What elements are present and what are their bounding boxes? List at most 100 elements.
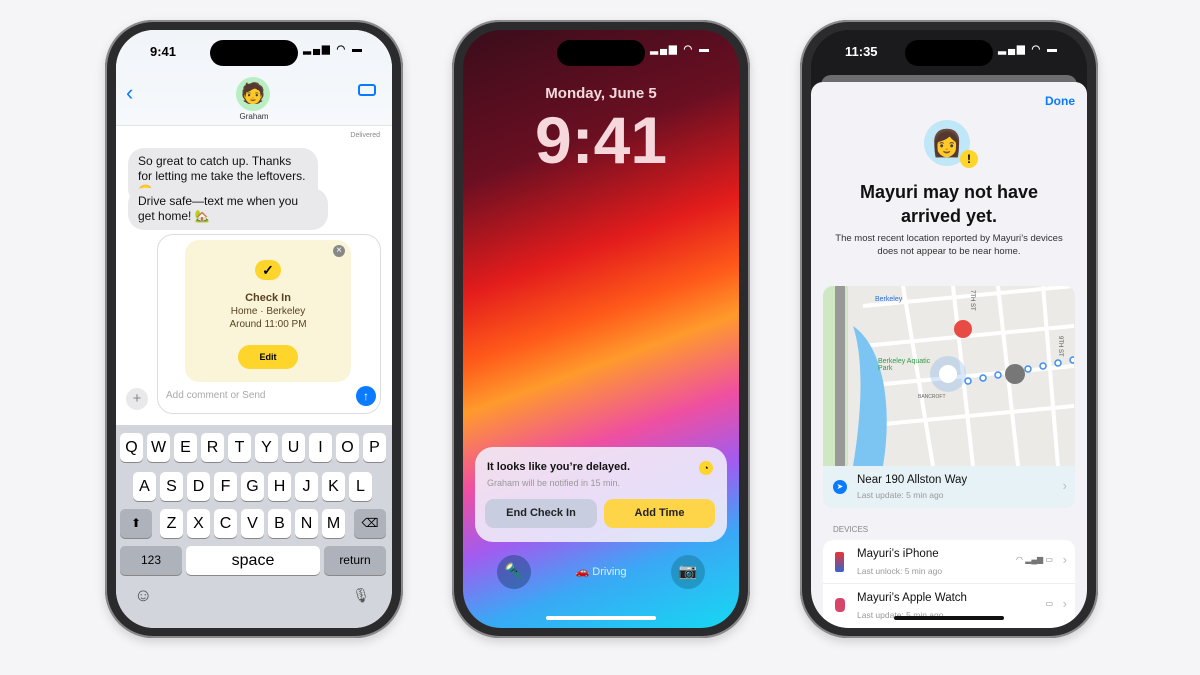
video-call-icon[interactable] [358, 84, 376, 96]
map-label-street: 9TH ST [1057, 336, 1063, 357]
status-icons: ▂▄▆ ◠ ▬ [650, 44, 711, 55]
key[interactable]: I [309, 433, 332, 462]
key[interactable]: L [349, 472, 372, 501]
device-row[interactable]: Mayuri’s iPhone Last unlock: 5 min ago ◠… [823, 540, 1075, 584]
location-subtitle: Last update: 5 min ago [857, 490, 944, 500]
contact-name[interactable]: Graham [116, 112, 392, 121]
status-icons: ▂▄▆ ◠ ▬ [303, 44, 364, 55]
key[interactable]: T [228, 433, 251, 462]
dynamic-island [905, 40, 993, 66]
location-title: Near 190 Allston Way [857, 474, 968, 486]
location-arrow-icon: ➤ [833, 480, 847, 494]
find-my-screen: 11:35 ▂▄▆ ◠ ▬ Done 👩 ! Mayuri may not ha… [811, 30, 1087, 628]
microphone-icon[interactable]: 🎙 [352, 587, 370, 604]
lock-time: 9:41 [534, 103, 668, 177]
return-key[interactable]: return [324, 546, 386, 575]
checkin-notification[interactable]: It looks like you’re delayed. Graham wil… [475, 447, 727, 542]
shift-key[interactable]: ⬆ [120, 509, 152, 538]
key[interactable]: D [187, 472, 210, 501]
camera-icon[interactable]: 📷 [671, 555, 705, 589]
key[interactable]: X [187, 509, 210, 538]
delete-key[interactable]: ⌫ [354, 509, 386, 538]
focus-label: Driving [592, 566, 627, 578]
send-button[interactable]: ↑ [356, 386, 376, 406]
map-label-street: 7TH ST [969, 290, 975, 311]
key[interactable]: A [133, 472, 156, 501]
key[interactable]: Y [255, 433, 278, 462]
alert-title: Mayuri may not have arrived yet. [859, 182, 1039, 226]
messages-screen: 9:41 ▂▄▆ ◠ ▬ ‹ 🧑 Graham Delivered So gre… [116, 30, 392, 628]
home-indicator[interactable] [894, 616, 1004, 620]
find-my-phone: 11:35 ▂▄▆ ◠ ▬ Done 👩 ! Mayuri may not ha… [800, 20, 1098, 638]
compose-box: × ✓ Check In Home · Berkeley Around 11:0… [157, 234, 381, 414]
checkin-card[interactable]: × ✓ Check In Home · Berkeley Around 11:0… [185, 240, 351, 382]
device-name: Mayuri’s iPhone [857, 548, 939, 560]
key[interactable]: N [295, 509, 318, 538]
plus-button[interactable]: + [126, 388, 148, 410]
lock-screen-phone: ▂▄▆ ◠ ▬ Monday, June 5 9:41 It looks lik… [452, 20, 750, 638]
key[interactable]: S [160, 472, 183, 501]
alert-sheet: Done 👩 ! Mayuri may not have arrived yet… [811, 82, 1087, 628]
lock-date: Monday, June 5 [545, 85, 657, 102]
close-icon[interactable]: × [333, 245, 345, 257]
key[interactable]: J [295, 472, 318, 501]
space-key[interactable]: space [186, 546, 320, 575]
key[interactable]: G [241, 472, 264, 501]
map-label-station: Berkeley [875, 296, 903, 303]
key[interactable]: H [268, 472, 291, 501]
key[interactable]: C [214, 509, 237, 538]
edit-button[interactable]: Edit [238, 345, 298, 369]
status-icons: ▂▄▆ ◠ ▬ [998, 44, 1059, 55]
delivered-label: Delivered [350, 132, 380, 139]
watch-icon [835, 598, 845, 612]
key[interactable]: Z [160, 509, 183, 538]
location-map[interactable]: Berkeley Berkeley Aquatic Park BANCROFT … [823, 286, 1075, 466]
key[interactable]: M [322, 509, 345, 538]
checkin-eta: Around 11:00 PM [229, 319, 307, 330]
home-indicator[interactable] [546, 616, 656, 620]
key[interactable]: P [363, 433, 386, 462]
dynamic-island [557, 40, 645, 66]
keyboard: Q W E R T Y U I O P A S D F G H J K L ⬆ Z X C V B N M ⌫ 123 space retu… [116, 425, 392, 628]
messages-phone: 9:41 ▂▄▆ ◠ ▬ ‹ 🧑 Graham Delivered So gre… [105, 20, 403, 638]
checkmark-icon: ✓ [255, 260, 281, 280]
key[interactable]: W [147, 433, 170, 462]
key[interactable]: V [241, 509, 264, 538]
numbers-key[interactable]: 123 [120, 546, 182, 575]
end-check-in-button[interactable]: End Check In [485, 499, 597, 528]
alert-badge-icon: ! [960, 150, 978, 168]
notification-title: It looks like you’re delayed. [487, 461, 631, 473]
alert-description: The most recent location reported by May… [835, 233, 1063, 257]
key[interactable]: Q [120, 433, 143, 462]
add-time-button[interactable]: Add Time [604, 499, 715, 528]
map-label-park: Berkeley Aquatic Park [878, 358, 931, 372]
contact-avatar[interactable]: 🧑 [236, 77, 270, 111]
key[interactable]: U [282, 433, 305, 462]
status-time: 9:41 [150, 44, 177, 59]
device-row[interactable]: Mayuri’s Apple Watch Last update: 5 min … [823, 584, 1075, 628]
key[interactable]: F [214, 472, 237, 501]
lock-screen: ▂▄▆ ◠ ▬ Monday, June 5 9:41 It looks lik… [463, 30, 739, 628]
message-bubble: Drive safe—text me when you get home! 🏡 [128, 188, 328, 230]
key[interactable]: E [174, 433, 197, 462]
key[interactable]: R [201, 433, 224, 462]
comment-input[interactable]: Add comment or Send [166, 390, 266, 401]
iphone-icon [835, 552, 844, 572]
car-icon: 🚗 [575, 566, 590, 578]
device-status-icons: ◠ ▂▄▆ ▭ [1016, 555, 1053, 564]
status-time: 11:35 [845, 44, 878, 59]
key[interactable]: K [322, 472, 345, 501]
done-button[interactable]: Done [1045, 94, 1075, 108]
chevron-right-icon: › [1062, 478, 1067, 493]
back-chevron-icon[interactable]: ‹ [126, 80, 133, 106]
devices-header: DEVICES [833, 525, 869, 534]
checkin-title: Check In [245, 292, 291, 304]
location-row[interactable]: ➤ Near 190 Allston Way Last update: 5 mi… [823, 466, 1075, 508]
key[interactable]: O [336, 433, 359, 462]
chevron-right-icon: › [1062, 596, 1067, 611]
notification-subtitle: Graham will be notified in 15 min. [487, 478, 621, 488]
clock-icon: ◔ [699, 461, 713, 475]
emoji-icon[interactable]: ☺ [134, 585, 152, 606]
key[interactable]: B [268, 509, 291, 538]
checkin-destination: Home · Berkeley [230, 306, 306, 317]
